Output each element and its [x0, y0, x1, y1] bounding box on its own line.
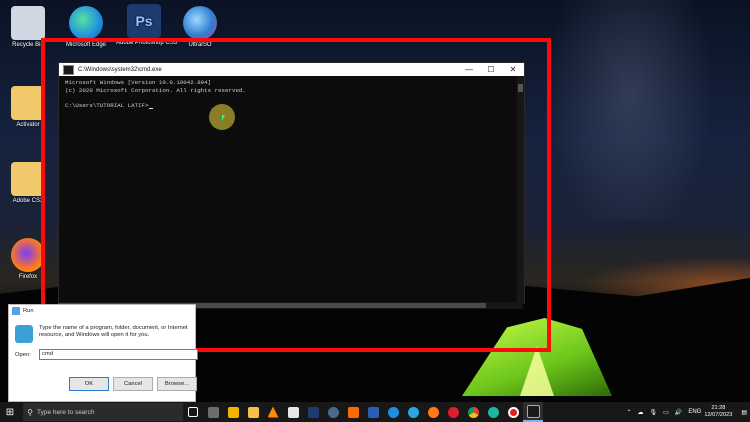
search-icon: ⚲	[27, 407, 33, 417]
volume-icon[interactable]: 🔊	[675, 409, 682, 416]
file-explorer-icon[interactable]	[243, 402, 263, 422]
edge-beta-icon[interactable]	[403, 402, 423, 422]
photoshop-icon[interactable]	[303, 402, 323, 422]
ultraiso-icon	[183, 6, 217, 40]
language-indicator[interactable]: ENG	[688, 409, 701, 415]
run-title: Run	[23, 308, 34, 314]
windows-logo-icon: ⊞	[5, 406, 15, 418]
clock-date: 12/07/2023	[704, 412, 733, 418]
firefox-icon	[11, 238, 45, 272]
open-label: Open:	[15, 352, 31, 358]
record-icon[interactable]	[503, 402, 523, 422]
chrome-icon[interactable]	[463, 402, 483, 422]
photoshop-icon: Ps	[127, 4, 161, 38]
notifications-icon[interactable]: ▤	[741, 409, 747, 416]
system-tray: ⌃ ☁ 🎙 ▭ 🔊 ENG 21:28 12/07/2023 ▤	[624, 402, 750, 422]
run-icon	[12, 307, 20, 315]
edge-icon	[69, 6, 103, 40]
recycle-bin-icon	[11, 6, 45, 40]
clock[interactable]: 21:28 12/07/2023	[704, 405, 732, 419]
taskbar: ⊞ ⚲ Type here to search ⌃ ☁ 🎙 ▭ 🔊 ENG 21…	[0, 402, 750, 422]
cmd-taskbar-icon[interactable]	[523, 402, 543, 422]
microphone-icon[interactable]: 🎙	[650, 409, 658, 416]
edge-dev-icon[interactable]	[483, 402, 503, 422]
sublime-icon[interactable]	[343, 402, 363, 422]
run-app-icon	[15, 325, 33, 343]
search-placeholder: Type here to search	[37, 408, 95, 416]
chevron-up-icon[interactable]: ⌃	[627, 409, 632, 416]
firefox-icon[interactable]	[423, 402, 443, 422]
run-description: Type the name of a program, folder, docu…	[39, 325, 188, 338]
open-input[interactable]: cmd	[39, 349, 198, 360]
browse-button[interactable]: Browse...	[157, 377, 197, 391]
cancel-button[interactable]: Cancel	[113, 377, 153, 391]
edge-icon[interactable]	[383, 402, 403, 422]
run-title-bar[interactable]: Run	[9, 305, 195, 317]
start-button[interactable]: ⊞	[0, 402, 20, 422]
folder-icon	[11, 162, 45, 196]
taskbar-search[interactable]: ⚲ Type here to search	[23, 403, 183, 421]
network-icon[interactable]: ▭	[663, 409, 669, 416]
vlc-icon[interactable]	[263, 402, 283, 422]
paint-icon[interactable]	[283, 402, 303, 422]
steam-icon[interactable]	[323, 402, 343, 422]
folder-icon	[11, 86, 45, 120]
run-dialog[interactable]: Run Type the name of a program, folder, …	[8, 304, 198, 402]
word-icon[interactable]	[363, 402, 383, 422]
task-view-icon[interactable]	[183, 402, 203, 422]
mouse-highlight	[209, 104, 235, 130]
store-icon[interactable]	[223, 402, 243, 422]
cloud-icon[interactable]: ☁	[638, 409, 644, 416]
clock-time: 21:28	[711, 405, 726, 411]
calculator-icon[interactable]	[203, 402, 223, 422]
opera-icon[interactable]	[443, 402, 463, 422]
ok-button[interactable]: OK	[69, 377, 109, 391]
mouse-pointer-icon	[222, 115, 225, 121]
